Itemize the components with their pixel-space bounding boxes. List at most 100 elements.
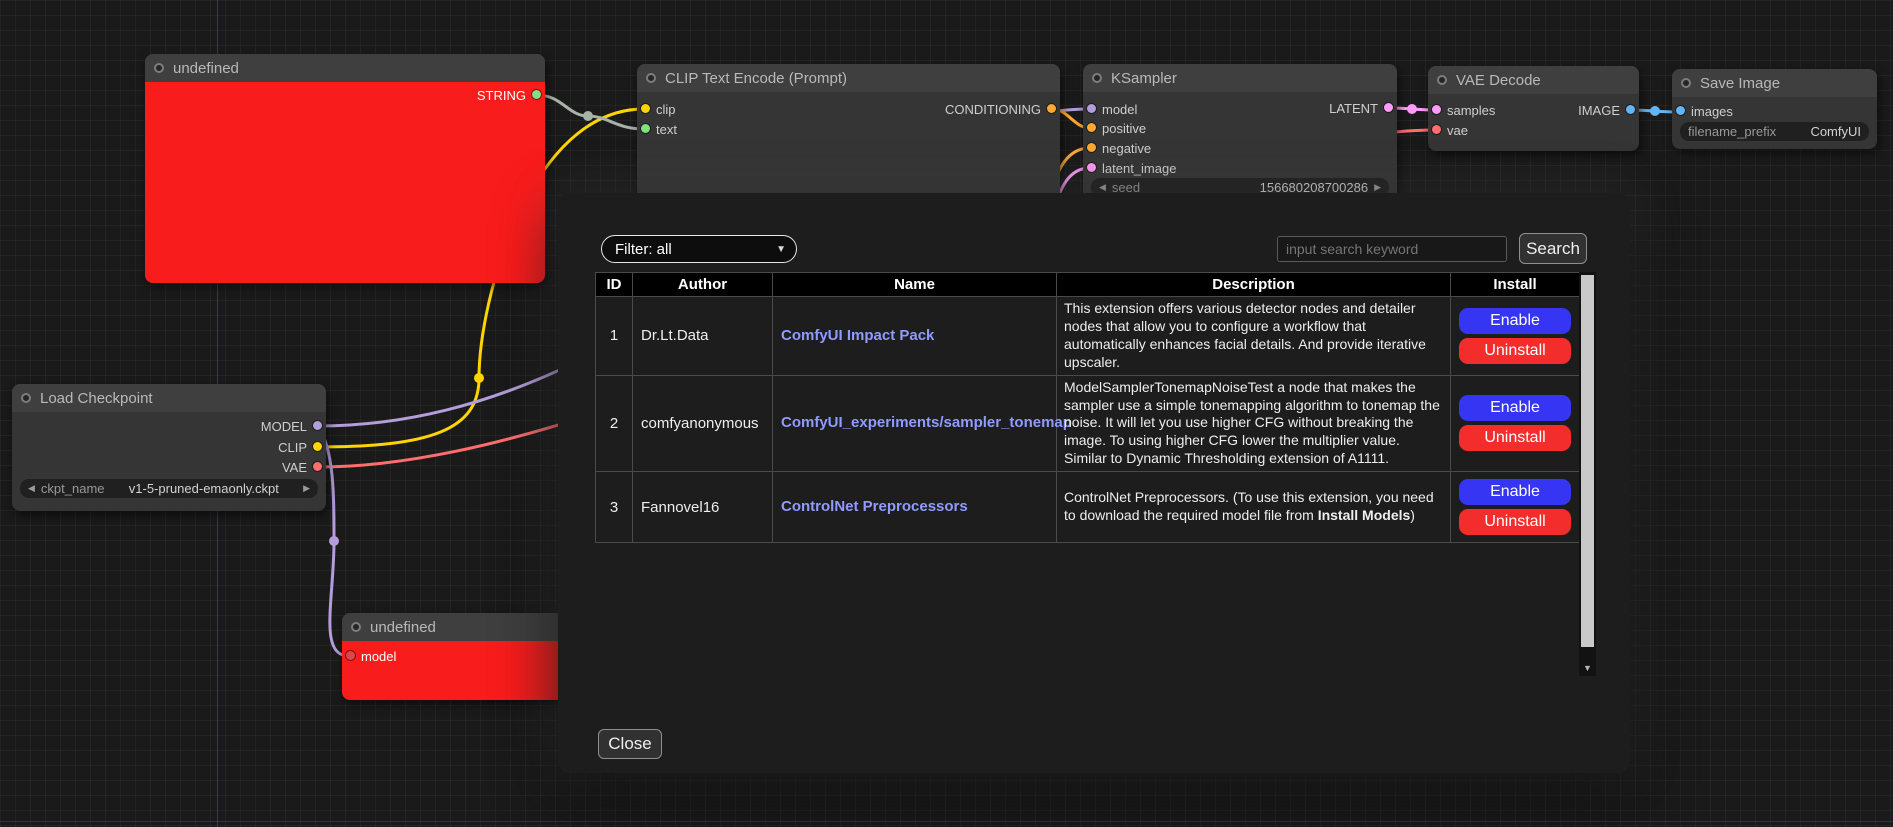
wire-dot-latent — [1407, 104, 1417, 114]
node-collapse-dot[interactable] — [646, 73, 656, 83]
comfyui-canvas[interactable]: undefined STRING CLIP Text Encode (Promp… — [0, 0, 1893, 827]
node-save-image[interactable]: Save Image images filename_prefix ComfyU… — [1672, 69, 1877, 149]
enable-button[interactable]: Enable — [1459, 479, 1571, 505]
extensions-table-container: ID Author Name Description Install 1 Dr.… — [595, 272, 1596, 676]
slot-label: vae — [1447, 123, 1468, 138]
wire-string — [537, 95, 644, 129]
slot-dot-model[interactable] — [1087, 104, 1096, 113]
slot-dot-clip[interactable] — [313, 442, 322, 451]
scrollbar-down-icon[interactable]: ▼ — [1579, 660, 1596, 676]
input-slot-positive[interactable]: positive — [1083, 118, 1146, 138]
widget-right-arrow-icon[interactable]: ▶ — [303, 484, 310, 493]
slot-dot-images[interactable] — [1676, 106, 1685, 115]
wire-dot-string — [583, 111, 593, 121]
row-description: This extension offers various detector n… — [1057, 297, 1451, 376]
node-undefined-top[interactable]: undefined STRING — [145, 54, 545, 283]
node-title: CLIP Text Encode (Prompt) — [665, 70, 847, 87]
slot-dot-model[interactable] — [313, 421, 322, 430]
input-slot-clip[interactable]: clip — [637, 99, 676, 119]
slot-dot-samples[interactable] — [1432, 105, 1441, 114]
node-ksampler[interactable]: KSampler model positive negative latent_… — [1083, 64, 1397, 204]
slot-dot-positive[interactable] — [1087, 123, 1096, 132]
input-slot-text[interactable]: text — [637, 119, 677, 139]
uninstall-button[interactable]: Uninstall — [1459, 338, 1571, 364]
output-slot-model[interactable]: MODEL — [261, 416, 326, 436]
table-row: 2 comfyanonymous ComfyUI_experiments/sam… — [596, 375, 1580, 472]
output-slot-conditioning[interactable]: CONDITIONING — [945, 99, 1060, 119]
slot-dot-vae[interactable] — [1432, 125, 1441, 134]
slot-label: negative — [1102, 141, 1151, 156]
row-install-cell: Enable Uninstall — [1451, 472, 1580, 543]
node-clip-text-encode[interactable]: CLIP Text Encode (Prompt) clip text COND… — [637, 64, 1060, 214]
slot-dot-model[interactable] — [346, 651, 355, 660]
node-collapse-dot[interactable] — [351, 622, 361, 632]
output-slot-latent[interactable]: LATENT — [1329, 98, 1397, 118]
input-slot-latent-image[interactable]: latent_image — [1083, 158, 1176, 178]
row-description: ControlNet Preprocessors. (To use this e… — [1057, 472, 1451, 543]
row-author: comfyanonymous — [633, 375, 773, 472]
output-slot-clip[interactable]: CLIP — [278, 437, 326, 457]
widget-left-arrow-icon[interactable]: ◀ — [1099, 183, 1106, 192]
header-name: Name — [773, 273, 1057, 297]
slot-dot-clip[interactable] — [641, 104, 650, 113]
slot-dot-latent[interactable] — [1384, 103, 1393, 112]
enable-button[interactable]: Enable — [1459, 395, 1571, 421]
ckpt-name-widget[interactable]: ◀ ckpt_name v1-5-pruned-emaonly.ckpt ▶ — [20, 479, 318, 498]
search-input[interactable] — [1277, 236, 1507, 262]
enable-button[interactable]: Enable — [1459, 308, 1571, 334]
slot-dot-image[interactable] — [1626, 105, 1635, 114]
extension-name-link[interactable]: ComfyUI Impact Pack — [781, 327, 934, 344]
node-header[interactable]: Save Image — [1672, 69, 1877, 97]
filename-prefix-widget[interactable]: filename_prefix ComfyUI — [1680, 122, 1869, 141]
node-header[interactable]: CLIP Text Encode (Prompt) — [637, 64, 1060, 92]
output-slot-image[interactable]: IMAGE — [1578, 100, 1639, 120]
node-collapse-dot[interactable] — [1437, 75, 1447, 85]
slot-dot-vae[interactable] — [313, 462, 322, 471]
slot-dot-text[interactable] — [641, 124, 650, 133]
input-slot-model[interactable]: model — [1083, 99, 1137, 119]
wire-dot-clip — [474, 373, 484, 383]
table-row: 1 Dr.Lt.Data ComfyUI Impact Pack This ex… — [596, 297, 1580, 376]
input-slot-vae[interactable]: vae — [1428, 120, 1468, 140]
node-title: VAE Decode — [1456, 72, 1541, 89]
widget-left-arrow-icon[interactable]: ◀ — [28, 484, 35, 493]
slot-label: CLIP — [278, 440, 307, 455]
node-collapse-dot[interactable] — [21, 393, 31, 403]
input-slot-model[interactable]: model — [342, 646, 396, 666]
slot-dot-latent-image[interactable] — [1087, 163, 1096, 172]
header-description: Description — [1057, 273, 1451, 297]
table-scrollbar[interactable]: ▼ — [1579, 272, 1596, 676]
filter-dropdown[interactable]: Filter: all ▼ — [601, 235, 797, 263]
input-slot-images[interactable]: images — [1672, 101, 1733, 121]
extension-name-link[interactable]: ControlNet Preprocessors — [781, 498, 968, 515]
extension-name-link[interactable]: ComfyUI_experiments/sampler_tonemap — [781, 414, 1072, 431]
slot-label: clip — [656, 102, 676, 117]
slot-dot-conditioning[interactable] — [1047, 104, 1056, 113]
row-author: Fannovel16 — [633, 472, 773, 543]
input-slot-samples[interactable]: samples — [1428, 100, 1495, 120]
header-id: ID — [596, 273, 633, 297]
input-slot-negative[interactable]: negative — [1083, 138, 1151, 158]
slot-dot-negative[interactable] — [1087, 143, 1096, 152]
close-button[interactable]: Close — [598, 729, 662, 759]
widget-right-arrow-icon[interactable]: ▶ — [1374, 183, 1381, 192]
node-header[interactable]: Load Checkpoint — [12, 384, 326, 412]
node-header[interactable]: undefined — [145, 54, 545, 82]
output-slot-vae[interactable]: VAE — [282, 457, 326, 477]
search-button[interactable]: Search — [1519, 233, 1587, 264]
output-slot-string[interactable]: STRING — [477, 85, 545, 105]
node-header[interactable]: VAE Decode — [1428, 66, 1639, 94]
slot-label: samples — [1447, 103, 1495, 118]
slot-label: LATENT — [1329, 101, 1378, 116]
uninstall-button[interactable]: Uninstall — [1459, 509, 1571, 535]
slot-label: CONDITIONING — [945, 102, 1041, 117]
slot-dot-string[interactable] — [532, 90, 541, 99]
node-header[interactable]: KSampler — [1083, 64, 1397, 92]
node-vae-decode[interactable]: VAE Decode samples vae IMAGE — [1428, 66, 1639, 151]
scrollbar-thumb[interactable] — [1581, 275, 1594, 647]
uninstall-button[interactable]: Uninstall — [1459, 425, 1571, 451]
node-collapse-dot[interactable] — [1681, 78, 1691, 88]
node-load-checkpoint[interactable]: Load Checkpoint MODEL CLIP VAE ◀ ckpt_na… — [12, 384, 326, 511]
node-collapse-dot[interactable] — [154, 63, 164, 73]
node-collapse-dot[interactable] — [1092, 73, 1102, 83]
